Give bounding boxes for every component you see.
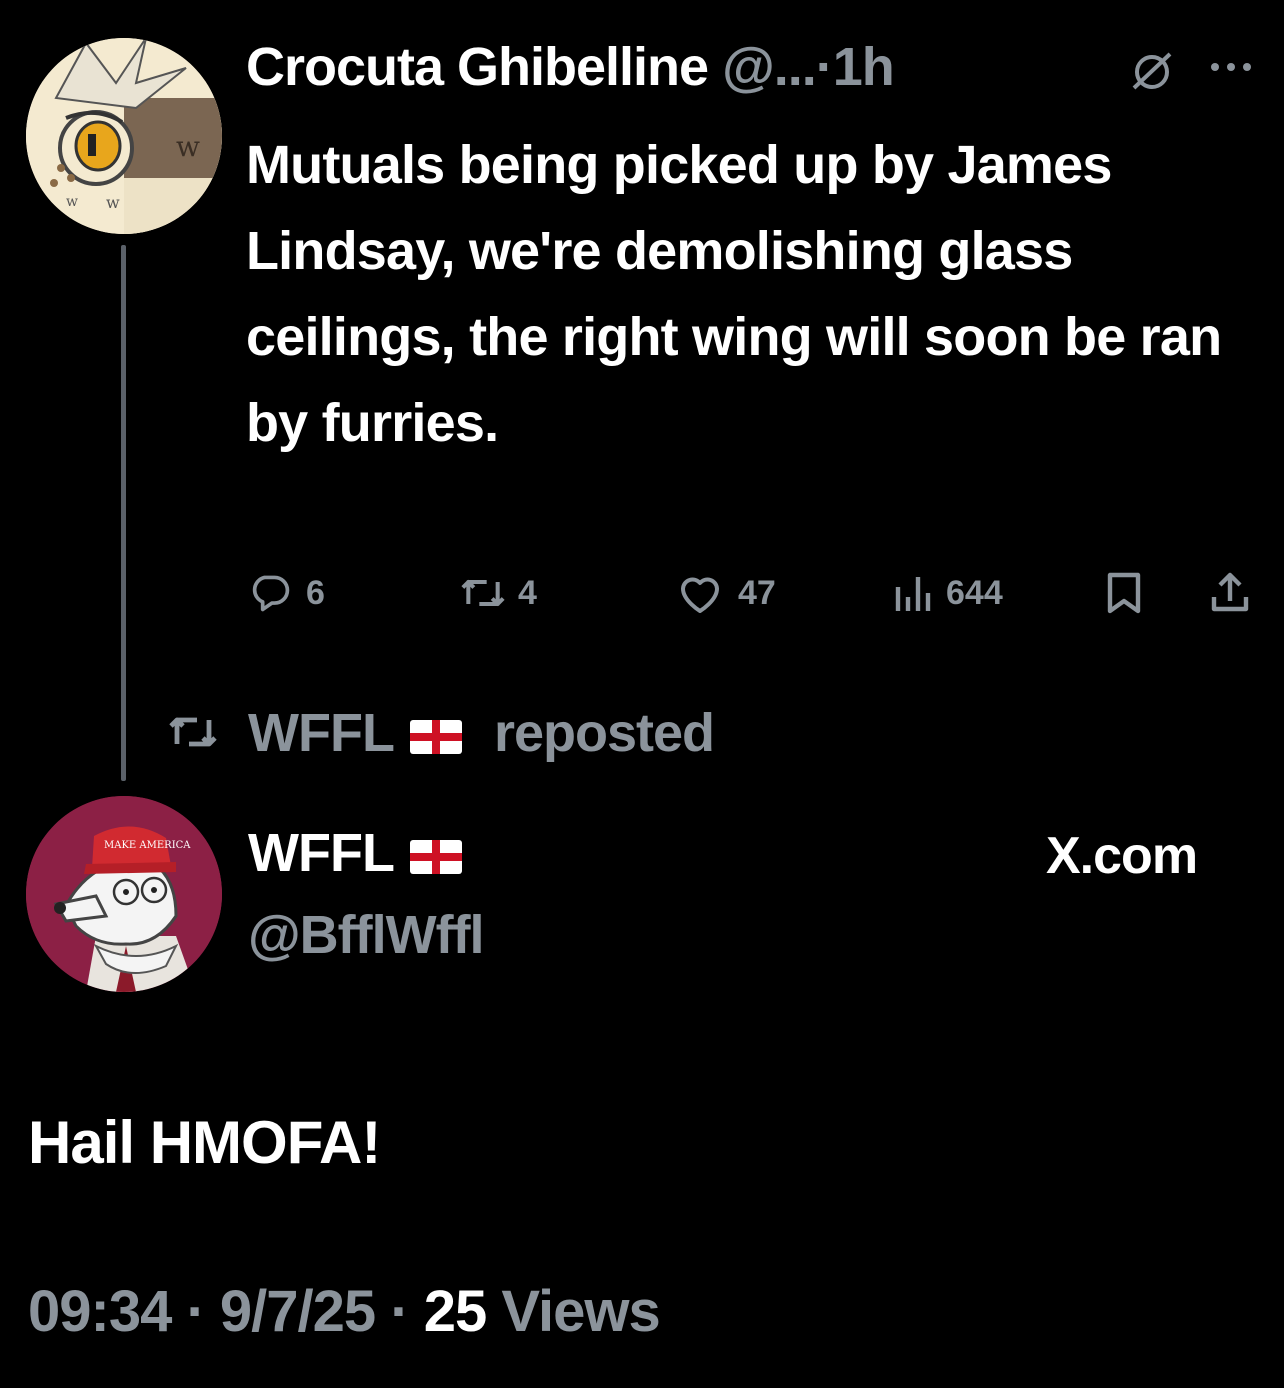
repost-button[interactable]: 4 xyxy=(456,570,537,616)
repost-count: 4 xyxy=(518,573,537,612)
share-button[interactable] xyxy=(1208,570,1252,616)
view-count: 644 xyxy=(946,573,1003,612)
post-time[interactable]: 1h xyxy=(833,37,895,97)
reply-count: 6 xyxy=(306,573,325,612)
author-avatar-wffl[interactable]: MAKE AMERICA xyxy=(26,796,222,992)
reply-button[interactable]: 6 xyxy=(248,570,325,616)
svg-text:w: w xyxy=(176,130,200,163)
like-icon xyxy=(681,577,719,613)
like-button[interactable]: 47 xyxy=(676,570,776,616)
repost-banner[interactable]: WFFL reposted xyxy=(248,703,715,763)
share-icon xyxy=(1211,572,1249,612)
bookmark-icon xyxy=(1107,572,1141,614)
grok-icon[interactable] xyxy=(1126,50,1178,95)
author-avatar-crocuta[interactable]: w w w xyxy=(26,38,222,234)
more-icon[interactable] xyxy=(1208,60,1254,79)
post-text: Mutuals being picked up by James Lindsay… xyxy=(246,135,1222,453)
meta-dot: · xyxy=(186,1279,205,1344)
author-name[interactable]: Crocuta Ghibelline xyxy=(246,37,709,97)
repost-icon xyxy=(461,579,505,607)
main-post-text: Hail HMOFA! xyxy=(28,1109,381,1176)
avatar-art: MAKE AMERICA xyxy=(26,796,222,992)
svg-text:w: w xyxy=(66,194,78,210)
views-button[interactable]: 644 xyxy=(892,570,1003,616)
views-count: 25 xyxy=(423,1279,488,1344)
views-icon xyxy=(895,577,931,611)
svg-text:w: w xyxy=(106,193,120,212)
source-label: X.com xyxy=(1046,827,1198,885)
main-author-row[interactable]: WFFL xyxy=(248,826,462,880)
views-label[interactable]: Views xyxy=(501,1279,660,1344)
post-header: Crocuta Ghibelline @...·1h xyxy=(246,37,895,97)
post-meta: 09:34 · 9/7/25 · 25 Views xyxy=(28,1278,661,1345)
repost-banner-icon xyxy=(160,708,226,761)
repost-label: reposted xyxy=(493,703,715,763)
bookmark-button[interactable] xyxy=(1106,570,1142,616)
post-timestamp[interactable]: 09:34 xyxy=(28,1279,172,1344)
header-separator: · xyxy=(815,37,834,97)
reply-icon xyxy=(252,575,290,612)
post-date[interactable]: 9/7/25 xyxy=(220,1279,376,1344)
thread-connector-line xyxy=(121,245,126,781)
main-author-name: WFFL xyxy=(248,823,395,883)
main-author-handle[interactable]: @BfflWffl xyxy=(248,908,485,962)
england-flag-icon xyxy=(409,839,462,874)
meta-dot: · xyxy=(390,1279,409,1344)
author-handle[interactable]: @... xyxy=(722,37,817,97)
england-flag-icon xyxy=(409,719,462,754)
avatar-art: w w w xyxy=(26,38,222,234)
reposter-name: WFFL xyxy=(248,703,395,763)
like-count: 47 xyxy=(738,573,776,612)
svg-text:MAKE AMERICA: MAKE AMERICA xyxy=(104,840,191,851)
